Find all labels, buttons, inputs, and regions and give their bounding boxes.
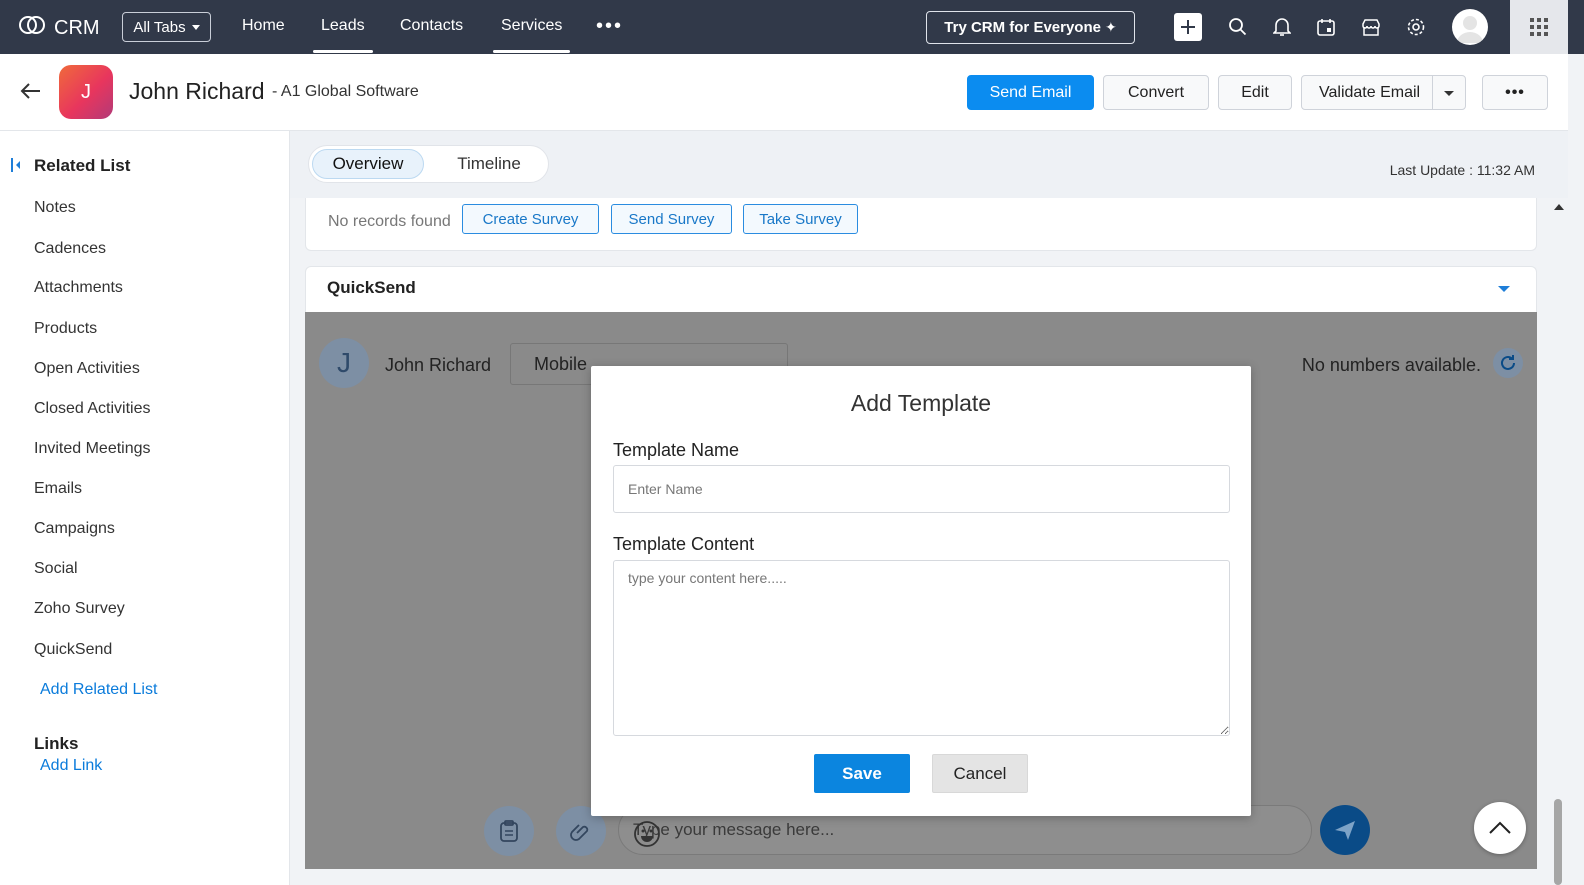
try-crm-button[interactable]: Try CRM for Everyone ✦	[926, 11, 1135, 44]
nav-leads[interactable]: Leads	[313, 17, 373, 53]
send-survey-button[interactable]: Send Survey	[611, 204, 732, 234]
take-survey-button[interactable]: Take Survey	[743, 204, 858, 234]
view-tabs: Overview Timeline	[308, 145, 549, 183]
sidebar-item-campaigns[interactable]: Campaigns	[34, 520, 115, 538]
collapse-sidebar-icon[interactable]	[10, 157, 22, 178]
store-icon[interactable]	[1358, 14, 1384, 40]
contact-avatar: J	[319, 338, 369, 388]
links-title: Links	[34, 734, 79, 753]
related-list-sidebar: Related List Notes Cadences Attachments …	[0, 131, 290, 885]
lead-company: - A1 Global Software	[272, 83, 419, 100]
refresh-icon[interactable]	[1493, 348, 1523, 378]
more-actions-button[interactable]: •••	[1482, 75, 1548, 110]
nav-services[interactable]: Services	[492, 17, 571, 53]
page-scrollbar[interactable]	[1549, 198, 1568, 885]
calendar-icon[interactable]	[1313, 14, 1339, 40]
user-avatar[interactable]	[1452, 9, 1488, 45]
sidebar-item-cadences[interactable]: Cadences	[34, 240, 106, 258]
back-arrow-icon[interactable]	[20, 82, 42, 105]
sidebar-item-products[interactable]: Products	[34, 320, 97, 338]
modal-title: Add Template	[850, 390, 992, 416]
validate-email-split-button: Validate Email	[1301, 75, 1466, 110]
emoji-icon[interactable]	[633, 820, 1299, 853]
split-divider	[1432, 76, 1433, 109]
no-numbers-text: No numbers available.	[1301, 355, 1481, 375]
send-email-button[interactable]: Send Email	[967, 75, 1094, 110]
scroll-up-arrow-icon[interactable]	[1554, 204, 1564, 210]
cancel-button[interactable]: Cancel	[932, 754, 1028, 793]
scroll-to-top-icon[interactable]	[1474, 802, 1526, 854]
sidebar-item-closed-activities[interactable]: Closed Activities	[34, 400, 151, 418]
no-records-text: No records found	[328, 213, 451, 230]
more-tabs-button[interactable]: •••	[596, 16, 623, 36]
contact-name: John Richard	[385, 355, 492, 375]
sidebar-item-emails[interactable]: Emails	[34, 480, 82, 498]
related-list-title: Related List	[34, 156, 131, 175]
sidebar-item-social[interactable]: Social	[34, 560, 78, 578]
nav-contacts[interactable]: Contacts	[400, 17, 463, 35]
brand-name: CRM	[54, 16, 100, 39]
tab-timeline[interactable]: Timeline	[439, 149, 539, 179]
sidebar-item-quicksend[interactable]: QuickSend	[34, 641, 112, 659]
sidebar-item-notes[interactable]: Notes	[34, 199, 76, 217]
edit-button[interactable]: Edit	[1218, 75, 1292, 110]
convert-button[interactable]: Convert	[1103, 75, 1209, 110]
add-template-modal: Add Template Template Name Template Cont…	[591, 366, 1251, 816]
all-tabs-dropdown[interactable]: All Tabs	[122, 12, 211, 42]
create-survey-button[interactable]: Create Survey	[462, 204, 599, 234]
nav-home[interactable]: Home	[242, 17, 285, 35]
chevron-down-icon	[191, 24, 200, 30]
gear-icon[interactable]	[1403, 14, 1429, 40]
last-update-text: Last Update : 11:32 AM	[1389, 162, 1535, 178]
sidebar-item-invited-meetings[interactable]: Invited Meetings	[34, 440, 151, 458]
search-icon[interactable]	[1225, 14, 1251, 40]
template-name-input[interactable]	[613, 465, 1230, 513]
apps-grid-icon[interactable]	[1510, 0, 1568, 54]
scroll-thumb[interactable]	[1554, 799, 1562, 885]
tab-bar: Overview Timeline Last Update : 11:32 AM	[290, 131, 1568, 198]
sidebar-item-zoho-survey[interactable]: Zoho Survey	[34, 600, 125, 618]
crm-logo[interactable]: CRM	[18, 14, 100, 42]
sidebar-item-open-activities[interactable]: Open Activities	[34, 360, 140, 378]
record-header: J John Richard - A1 Global Software Send…	[0, 54, 1568, 131]
send-message-icon[interactable]	[1320, 805, 1370, 855]
template-name-label: Template Name	[613, 440, 740, 460]
crm-logo-icon	[18, 14, 46, 42]
top-navigation-bar: CRM All Tabs Home Leads Contacts Service…	[0, 0, 1584, 54]
template-content-label: Template Content	[613, 534, 755, 554]
validate-email-button[interactable]: Validate Email	[1319, 84, 1420, 102]
quicksend-title: QuickSend	[327, 278, 416, 297]
chevron-down-icon[interactable]	[1444, 91, 1454, 96]
add-related-list-link[interactable]: Add Related List	[40, 681, 157, 699]
lead-avatar: J	[59, 65, 113, 119]
all-tabs-label: All Tabs	[133, 18, 186, 36]
quicksend-header[interactable]: QuickSend	[305, 266, 1537, 312]
sidebar-item-attachments[interactable]: Attachments	[34, 279, 123, 297]
zoho-survey-card: No records found Create Survey Send Surv…	[305, 198, 1537, 251]
add-link-link[interactable]: Add Link	[40, 757, 102, 775]
sparkle-icon: ✦	[1104, 19, 1117, 35]
bell-icon[interactable]	[1269, 14, 1295, 40]
chevron-down-icon[interactable]	[1498, 286, 1510, 292]
template-clipboard-icon[interactable]	[484, 806, 534, 856]
phone-select-value: Mobile	[534, 354, 588, 374]
tab-overview[interactable]: Overview	[312, 149, 424, 179]
lead-name: John Richard	[129, 78, 265, 104]
plus-icon[interactable]	[1174, 13, 1202, 41]
try-crm-label: Try CRM for Everyone	[944, 19, 1101, 36]
template-content-textarea[interactable]	[613, 560, 1230, 736]
save-button[interactable]: Save	[814, 754, 910, 793]
